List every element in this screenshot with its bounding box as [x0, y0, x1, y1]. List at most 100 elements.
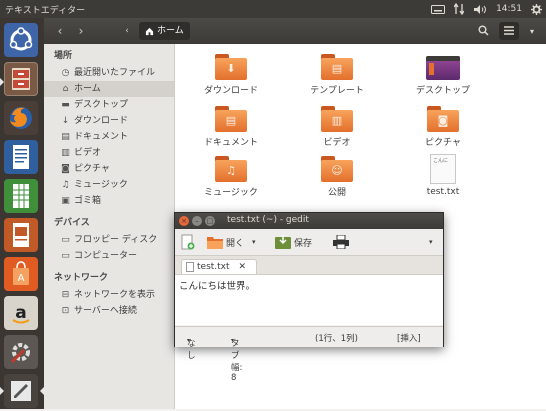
file-item-videos[interactable]: ▥ ビデオ: [295, 102, 379, 154]
software-center-launcher[interactable]: A: [4, 257, 38, 291]
save-icon: [275, 235, 291, 249]
insert-mode: [挿入]: [397, 334, 421, 344]
search-button[interactable]: [473, 22, 493, 40]
file-manager-toolbar: ‹ › ‹ ホーム ▾: [44, 18, 546, 45]
home-icon: ⌂: [62, 84, 69, 94]
public-folder-icon: ☺: [321, 156, 353, 182]
file-item-documents[interactable]: ▤ ドキュメント: [189, 102, 273, 154]
volume-icon[interactable]: [473, 4, 487, 15]
cursor-position: (1行、1列): [315, 334, 358, 344]
sidebar-item-videos[interactable]: ▥ ビデオ: [44, 145, 174, 161]
svg-text:a: a: [15, 303, 26, 323]
file-item-public[interactable]: ☺ 公開: [295, 152, 379, 204]
tab-test-txt[interactable]: test.txt ✕: [181, 259, 257, 274]
sidebar-item-home[interactable]: ⌂ ホーム: [44, 81, 174, 97]
floppy-icon: ▭: [61, 235, 70, 245]
sidebar-item-label: コンピューター: [74, 251, 138, 261]
sidebar-item-trash[interactable]: ▣ ゴミ箱: [44, 193, 174, 209]
wrench-gear-icon: [10, 343, 30, 364]
text-file-icon: [186, 262, 194, 272]
sidebar-item-label: ホーム: [74, 84, 101, 94]
amazon-icon: a: [12, 303, 30, 324]
file-label: ピクチャ: [425, 138, 461, 148]
file-item-desktop[interactable]: デスクトップ: [401, 50, 485, 102]
window-title: test.txt (~) - gedit: [227, 215, 309, 225]
network-arrows-icon[interactable]: [454, 3, 465, 15]
sidebar-item-label: ダウンロード: [74, 116, 129, 126]
sidebar-item-browse-network[interactable]: ⊟ ネットワークを表示: [44, 287, 174, 303]
chevron-down-icon: ▾: [187, 337, 191, 344]
print-button[interactable]: [333, 233, 349, 251]
search-icon: [478, 25, 489, 36]
calc-launcher[interactable]: [4, 179, 38, 213]
amazon-launcher[interactable]: a: [4, 296, 38, 330]
path-scroll-left-button[interactable]: ‹: [119, 23, 135, 39]
clock[interactable]: 14:51: [496, 4, 522, 14]
maximize-button[interactable]: □: [205, 216, 215, 226]
forward-button[interactable]: ›: [73, 23, 89, 39]
close-button[interactable]: ×: [179, 216, 189, 226]
file-preview-text: こんに: [433, 158, 449, 164]
desktop-folder-icon: [426, 54, 460, 80]
system-settings-launcher[interactable]: [4, 335, 38, 369]
network-icon: ⊟: [61, 290, 70, 300]
maximize-icon: □: [206, 217, 214, 225]
gear-icon[interactable]: [531, 3, 542, 15]
file-item-pictures[interactable]: ◙ ピクチャ: [401, 102, 485, 154]
file-label: ダウンロード: [203, 86, 258, 96]
file-item-music[interactable]: ♫ ミュージック: [189, 152, 273, 204]
breadcrumb-home[interactable]: ホーム: [139, 22, 190, 40]
editor-text: こんにちは世界。: [179, 281, 256, 292]
chevron-left-icon: ‹: [125, 26, 129, 36]
sidebar-item-connect-server[interactable]: ⊡ サーバーへ接続: [44, 303, 174, 319]
writer-launcher[interactable]: [4, 140, 38, 174]
presentation-icon: [13, 223, 29, 247]
sidebar-item-downloads[interactable]: ↓ ダウンロード: [44, 113, 174, 129]
files-launcher[interactable]: [4, 62, 38, 96]
gedit-menu-button[interactable]: ▾: [429, 233, 433, 251]
dash-button[interactable]: [4, 23, 38, 57]
file-item-test-txt[interactable]: こんに test.txt: [401, 152, 485, 204]
file-item-templates[interactable]: ▤ テンプレート: [295, 50, 379, 102]
gedit-launcher[interactable]: [4, 374, 38, 408]
keyboard-icon[interactable]: [431, 4, 446, 14]
sidebar-item-documents[interactable]: ▤ ドキュメント: [44, 129, 174, 145]
file-item-downloads[interactable]: ⬇ ダウンロード: [189, 50, 273, 102]
firefox-launcher[interactable]: [4, 101, 38, 135]
sidebar-item-desktop[interactable]: ▬ デスクトップ: [44, 97, 174, 113]
chevron-left-icon: ‹: [57, 24, 63, 38]
menu-button[interactable]: ▾: [522, 22, 542, 40]
impress-launcher[interactable]: [4, 218, 38, 252]
close-icon[interactable]: ✕: [239, 260, 247, 275]
sidebar-item-pictures[interactable]: ◙ ピクチャ: [44, 161, 174, 177]
view-mode-button[interactable]: [499, 22, 519, 40]
gedit-window: × – □ test.txt (~) - gedit 開く ▾ 保存 ▾ tes…: [174, 212, 444, 383]
firefox-icon: [10, 107, 32, 129]
drive-icon: ▭: [61, 251, 70, 261]
file-label: 公開: [327, 188, 346, 198]
save-button[interactable]: 保存: [275, 233, 312, 251]
sidebar-item-computer[interactable]: ▭ コンピューター: [44, 248, 174, 264]
templates-folder-icon: ▤: [321, 54, 353, 80]
back-button[interactable]: ‹: [52, 23, 68, 39]
minimize-icon: –: [195, 217, 199, 225]
file-label: test.txt: [426, 187, 460, 197]
running-indicator: [0, 387, 4, 395]
new-document-button[interactable]: [181, 233, 195, 251]
section-places: 場所: [54, 51, 73, 61]
sidebar-item-music[interactable]: ♫ ミュージック: [44, 177, 174, 193]
text-editor-area[interactable]: こんにちは世界。: [175, 275, 443, 325]
home-icon: [145, 27, 154, 35]
breadcrumb-label: ホーム: [157, 26, 184, 36]
sidebar-item-recent[interactable]: ◷ 最近開いたファイル: [44, 65, 174, 81]
minimize-button[interactable]: –: [192, 216, 202, 226]
clock-icon: ◷: [61, 68, 70, 78]
sidebar-item-floppy[interactable]: ▭ フロッピー ディスク: [44, 232, 174, 248]
text-editor-icon: [11, 381, 31, 401]
documents-folder-icon: ▤: [215, 106, 247, 132]
camera-icon: ◙: [61, 164, 70, 174]
open-button[interactable]: 開く ▾: [207, 233, 256, 251]
writer-document-icon: [13, 145, 29, 169]
gedit-titlebar[interactable]: × – □ test.txt (~) - gedit: [175, 213, 443, 229]
tab-label: test.txt: [197, 261, 230, 272]
